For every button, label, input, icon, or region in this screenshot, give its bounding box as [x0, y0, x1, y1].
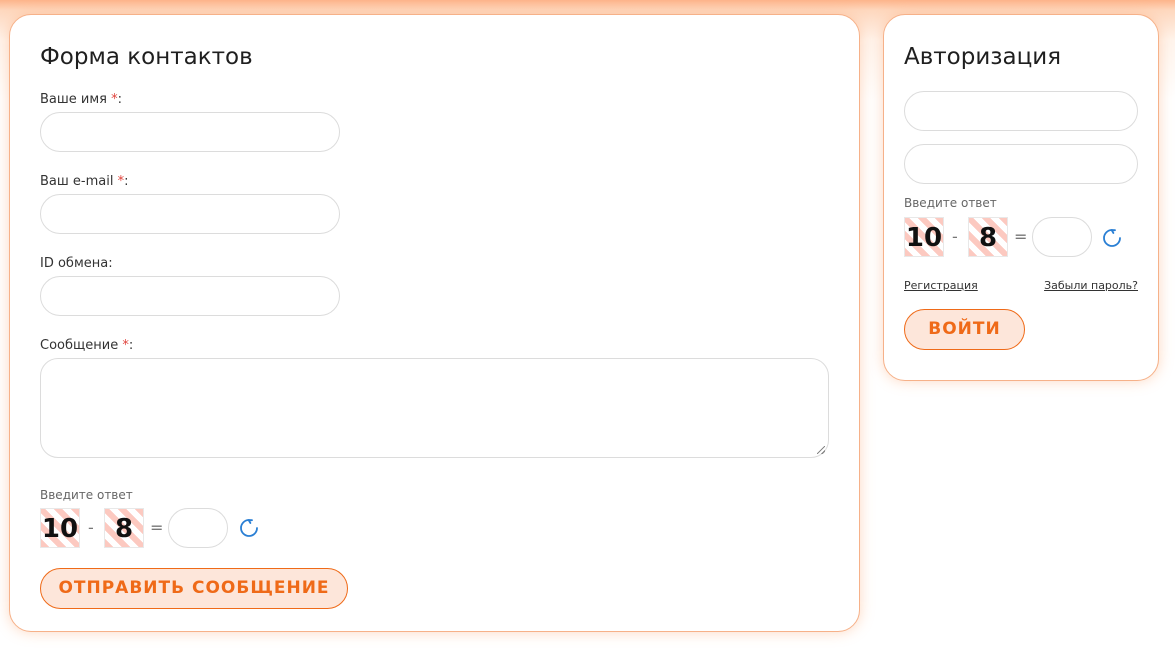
contact-form-card: Форма контактов Ваше имя *: Ваш e-mail *…: [9, 14, 860, 632]
message-textarea[interactable]: [40, 358, 829, 458]
resize-grip-icon[interactable]: [817, 446, 825, 454]
auth-captcha-hint: Введите ответ: [904, 196, 997, 210]
message-label: Сообщение *:: [40, 338, 134, 353]
contact-form-title: Форма контактов: [40, 44, 253, 70]
submit-message-button[interactable]: ОТПРАВИТЬ СООБЩЕНИЕ: [40, 568, 348, 609]
captcha-number-2: 8: [104, 508, 144, 548]
forgot-password-link[interactable]: Забыли пароль?: [1044, 280, 1138, 291]
register-link[interactable]: Регистрация: [904, 280, 978, 291]
captcha-number-1: 10: [40, 508, 80, 548]
exchange-id-input[interactable]: [40, 276, 340, 316]
auth-captcha-number-1: 10: [904, 217, 944, 257]
auth-card: Авторизация Введите ответ 10 - 8 = Регис…: [883, 14, 1159, 381]
name-label: Ваше имя *:: [40, 92, 123, 107]
captcha-hint: Введите ответ: [40, 488, 133, 502]
captcha-equals: =: [150, 518, 164, 537]
auth-captcha-equals: =: [1014, 227, 1028, 246]
refresh-icon[interactable]: [238, 517, 260, 539]
exchange-id-label: ID обмена:: [40, 256, 113, 271]
auth-refresh-icon[interactable]: [1101, 227, 1123, 249]
name-input[interactable]: [40, 112, 340, 152]
captcha-answer-input[interactable]: [168, 508, 228, 548]
password-input[interactable]: [904, 144, 1138, 184]
captcha-operator: -: [88, 518, 94, 537]
email-input[interactable]: [40, 194, 340, 234]
auth-captcha-answer-input[interactable]: [1032, 217, 1092, 257]
auth-captcha-operator: -: [952, 227, 958, 246]
login-button[interactable]: ВОЙТИ: [904, 309, 1025, 350]
auth-captcha-number-2: 8: [968, 217, 1008, 257]
auth-title: Авторизация: [904, 44, 1062, 70]
email-label: Ваш e-mail *:: [40, 174, 129, 189]
login-input[interactable]: [904, 91, 1138, 131]
